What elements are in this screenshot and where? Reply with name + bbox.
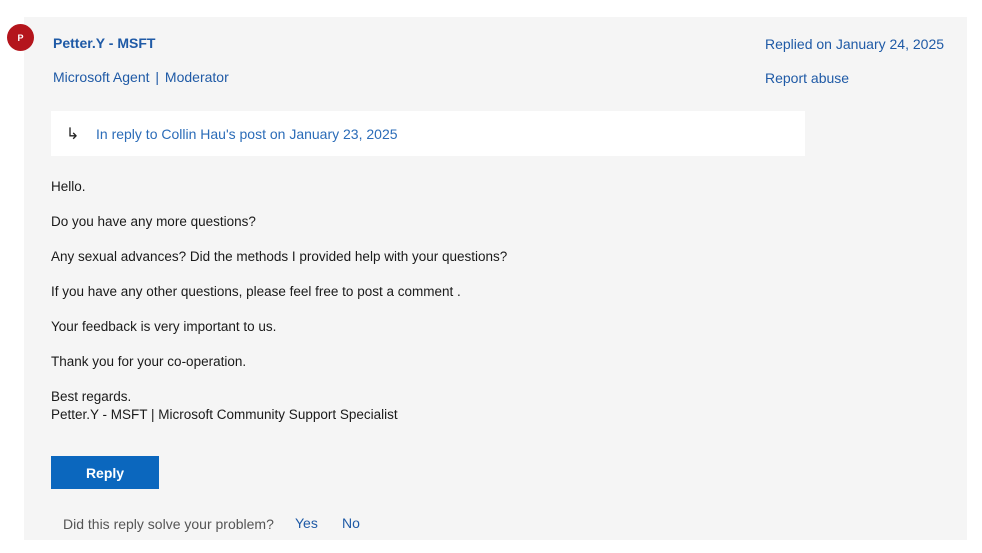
message-body: Hello. Do you have any more questions? A… [51,178,507,423]
author-name[interactable]: Petter.Y - MSFT [53,35,155,51]
signature: Best regards. Petter.Y - MSFT | Microsoft… [51,388,507,423]
signature-greeting: Best regards. [51,389,132,404]
in-reply-box: ↳ In reply to Collin Hau's post on Janua… [51,111,805,156]
body-line: Any sexual advances? Did the methods I p… [51,249,508,264]
yes-button[interactable]: Yes [295,515,318,531]
moderator-badge[interactable]: Moderator [165,69,229,85]
avatar[interactable]: P [7,24,34,51]
author-role: Microsoft Agent | Moderator [53,69,229,85]
report-abuse-link[interactable]: Report abuse [765,70,849,86]
body-line: If you have any other questions, please … [51,284,461,299]
body-line: Thank you for your co-operation. [51,354,247,369]
signature-name: Petter.Y - MSFT | Microsoft Community Su… [51,406,398,422]
reply-arrow-icon: ↳ [66,125,80,143]
body-line: Hello. [51,179,86,194]
body-line: Do you have any more questions? [51,214,256,229]
solve-question: Did this reply solve your problem? [63,516,274,532]
role-label[interactable]: Microsoft Agent [53,69,150,85]
in-reply-link[interactable]: In reply to Collin Hau's post on January… [96,126,398,142]
reply-button[interactable]: Reply [51,456,159,489]
body-line: Your feedback is very important to us. [51,319,277,334]
role-separator: | [155,69,160,85]
no-button[interactable]: No [342,515,360,531]
replied-date: Replied on January 24, 2025 [765,36,945,52]
